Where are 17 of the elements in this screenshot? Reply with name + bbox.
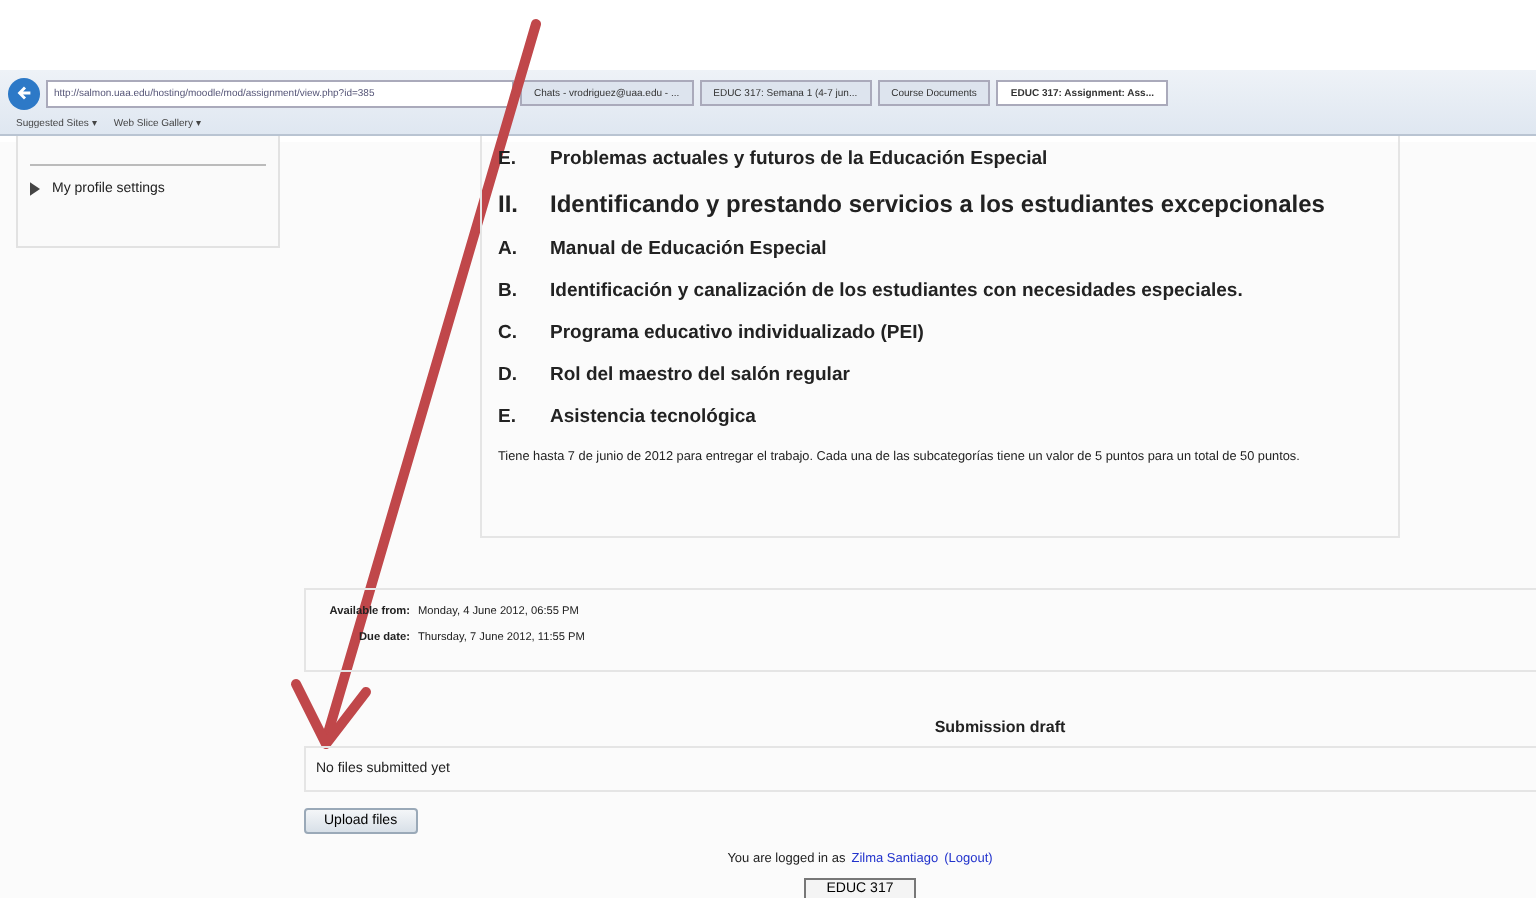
outline-text: Programa educativo individualizado (PEI)	[550, 322, 924, 344]
outline-marker: A.	[498, 238, 519, 260]
outline-text: Rol del maestro del salón regular	[550, 364, 850, 386]
outline-marker: B.	[498, 280, 519, 302]
outline-marker: II.	[498, 190, 521, 218]
expand-arrow-icon	[30, 182, 40, 196]
submission-title: Submission draft	[932, 718, 1068, 736]
outline-marker: E.	[498, 406, 518, 428]
outline-text: Problemas actuales y futuros de la Educación Especial	[550, 148, 1048, 170]
back-button[interactable]	[8, 77, 40, 109]
back-arrow-icon	[15, 84, 33, 102]
outline-text: Identificando y prestando servicios a los estudiantes excepcionales	[550, 190, 1325, 218]
outline-text: Identificación y canalización de los estudiantes con necesidades especiales.	[550, 280, 1243, 302]
outline-text: Asistencia tecnológica	[550, 406, 756, 428]
outline-marker: D.	[498, 364, 519, 386]
outline-text: Manual de Educación Especial	[550, 238, 827, 260]
outline-marker: C.	[498, 322, 519, 344]
